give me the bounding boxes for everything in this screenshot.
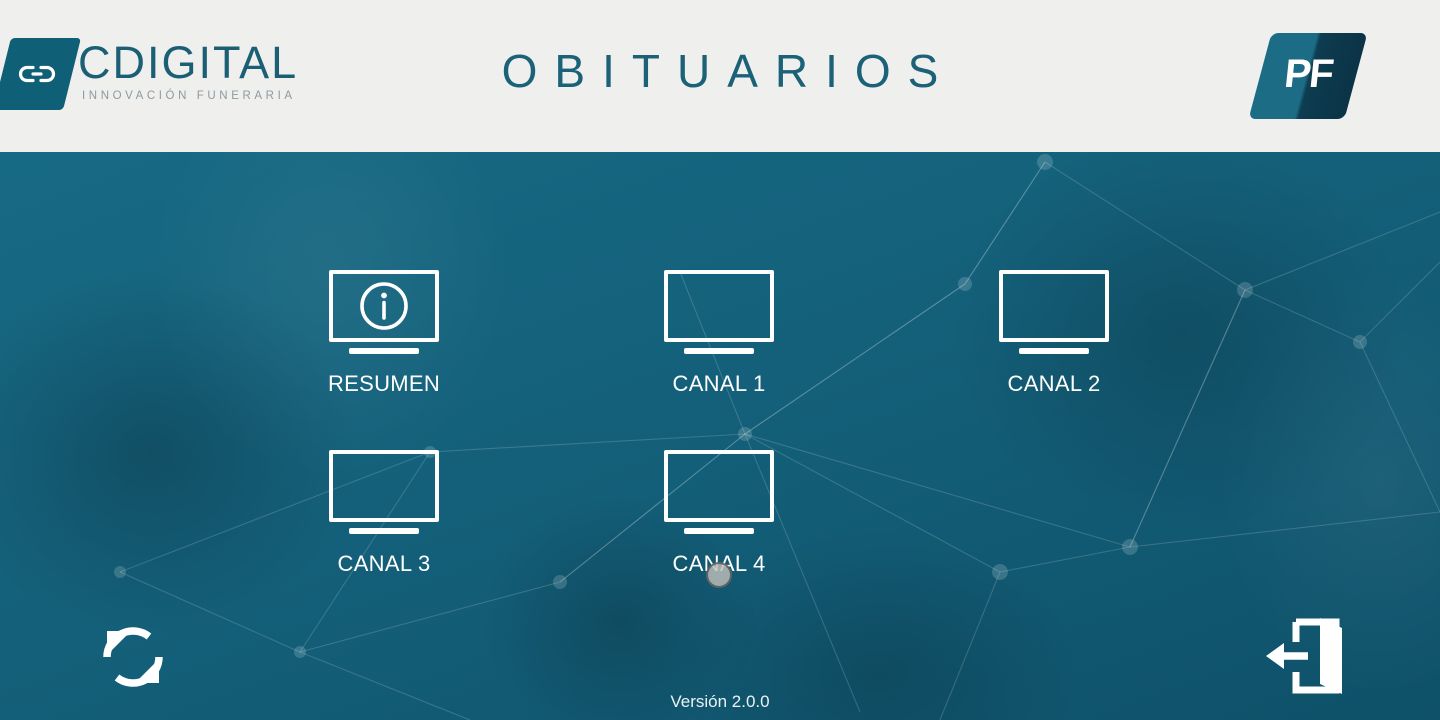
monitor-screen xyxy=(329,270,439,342)
tile-canal-4[interactable]: CANAL 4 xyxy=(624,450,814,577)
partner-logo-text: PF xyxy=(1282,51,1335,96)
monitor-icon xyxy=(999,270,1109,354)
tile-label: CANAL 3 xyxy=(337,551,431,576)
tile-label: RESUMEN xyxy=(327,371,441,396)
main-stage: RESUMEN CANAL 1 CANAL 2 CANAL 3 CANAL 4 … xyxy=(0,152,1440,720)
tile-label: CANAL 1 xyxy=(672,371,766,396)
monitor-screen xyxy=(664,270,774,342)
refresh-sync-icon xyxy=(103,627,163,687)
monitor-screen xyxy=(999,270,1109,342)
app-header: CDIGITAL INNOVACIÓN FUNERARIA OBITUARIOS… xyxy=(0,0,1440,152)
tile-resumen[interactable]: RESUMEN xyxy=(289,270,479,397)
monitor-stand xyxy=(349,528,419,534)
partner-logo: PF xyxy=(1248,33,1368,119)
monitor-icon xyxy=(664,450,774,534)
version-label: Versión 2.0.0 xyxy=(670,692,770,711)
tile-label: CANAL 2 xyxy=(1007,371,1101,396)
page-title: OBITUARIOS xyxy=(501,45,956,97)
info-icon xyxy=(360,282,408,330)
monitor-info-icon xyxy=(329,270,439,354)
tile-canal-1[interactable]: CANAL 1 xyxy=(624,270,814,397)
refresh-button[interactable] xyxy=(93,617,173,697)
monitor-screen xyxy=(329,450,439,522)
monitor-stand xyxy=(1019,348,1089,354)
monitor-screen xyxy=(664,450,774,522)
monitor-stand xyxy=(349,348,419,354)
exit-button[interactable] xyxy=(1262,614,1350,698)
exit-door-icon xyxy=(1266,618,1342,694)
monitor-icon xyxy=(329,450,439,534)
monitor-stand xyxy=(684,348,754,354)
cursor-indicator xyxy=(706,562,732,588)
tile-canal-2[interactable]: CANAL 2 xyxy=(959,270,1149,397)
monitor-stand xyxy=(684,528,754,534)
channel-grid: RESUMEN CANAL 1 CANAL 2 CANAL 3 CANAL 4 xyxy=(0,152,1440,720)
tile-canal-3[interactable]: CANAL 3 xyxy=(289,450,479,577)
monitor-icon xyxy=(664,270,774,354)
